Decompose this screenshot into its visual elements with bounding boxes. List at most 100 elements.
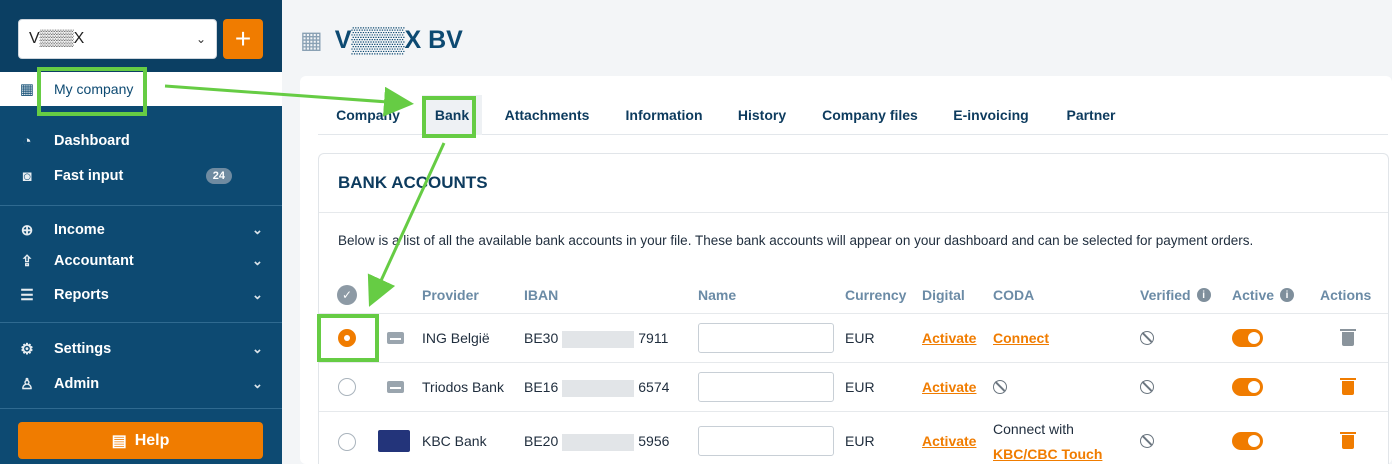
- row-select-radio[interactable]: [338, 433, 356, 451]
- trash-icon[interactable]: [1340, 377, 1356, 395]
- chevron-down-icon: ⌄: [252, 253, 263, 268]
- tab-company-files[interactable]: Company files: [814, 95, 926, 135]
- not-verified-icon: [1140, 434, 1154, 448]
- active-toggle[interactable]: [1232, 378, 1263, 396]
- tab-e-invoicing[interactable]: E-invoicing: [946, 95, 1036, 135]
- sidebar-divider: [0, 205, 282, 206]
- not-verified-icon: [1140, 331, 1154, 345]
- redacted-block: [562, 379, 635, 397]
- sidebar-item-fast-input[interactable]: ◙ Fast input 24: [0, 161, 282, 191]
- account-name-input[interactable]: [698, 372, 834, 402]
- highlight-bank-tab: [422, 96, 476, 138]
- sidebar-item-accountant[interactable]: ⇪ Accountant ⌄: [0, 246, 282, 276]
- chevron-down-icon: ⌄: [252, 222, 263, 237]
- iban-value: BE30 7911: [524, 330, 669, 348]
- gears-icon: ⚙: [20, 341, 34, 358]
- building-icon: ▦: [300, 27, 323, 54]
- column-header-coda: CODA: [993, 287, 1035, 303]
- user-icon: ♙: [20, 376, 34, 393]
- sidebar-item-label: Admin: [54, 376, 100, 392]
- active-toggle[interactable]: [1232, 329, 1263, 347]
- section-description: Below is a list of all the available ban…: [338, 233, 1254, 248]
- column-header-currency: Currency: [845, 287, 907, 303]
- bank-accounts-panel: [318, 153, 1389, 464]
- tab-partner[interactable]: Partner: [1058, 95, 1124, 135]
- add-button[interactable]: +: [223, 19, 263, 59]
- info-icon[interactable]: i: [1196, 288, 1211, 302]
- activate-digital-link[interactable]: Activate: [922, 379, 976, 395]
- page-title-text: V▒▒▒X BV: [334, 26, 463, 54]
- chevron-down-icon: ⌄: [252, 376, 263, 391]
- row-divider: [319, 362, 1388, 363]
- redacted-block: [562, 433, 635, 451]
- column-header-verified: Verified i: [1140, 287, 1211, 303]
- sidebar-divider: [0, 408, 282, 409]
- sidebar-item-label: Dashboard: [54, 133, 130, 149]
- activate-digital-link[interactable]: Activate: [922, 433, 976, 449]
- info-icon[interactable]: i: [1280, 288, 1295, 302]
- help-label: Help: [134, 431, 170, 449]
- company-select[interactable]: V▒▒▒X ⌄: [18, 19, 217, 59]
- count-badge: 24: [205, 168, 232, 184]
- camera-icon: ◙: [22, 167, 32, 185]
- coda-connect-link[interactable]: Connect: [993, 330, 1049, 346]
- chat-icon: ▤: [111, 432, 127, 450]
- sidebar-item-income[interactable]: ⊕ Income ⌄: [0, 215, 282, 245]
- trash-icon[interactable]: [1340, 431, 1356, 449]
- currency-value: EUR: [845, 433, 875, 449]
- coda-connect-text: Connect with: [993, 421, 1074, 437]
- highlight-my-company: [37, 67, 147, 116]
- account-name-input[interactable]: [698, 323, 834, 353]
- sidebar-item-admin[interactable]: ♙ Admin ⌄: [0, 369, 282, 399]
- chevron-down-icon: ⌄: [252, 341, 263, 356]
- tab-history[interactable]: History: [728, 95, 796, 135]
- upload-icon: ⇪: [20, 253, 34, 270]
- not-verified-icon: [1140, 380, 1154, 394]
- currency-value: EUR: [845, 379, 875, 395]
- chart-icon: ☰: [20, 287, 34, 304]
- page-title: ▦ V▒▒▒X BV: [300, 26, 463, 55]
- currency-value: EUR: [845, 330, 875, 346]
- kbc-logo-icon: [378, 430, 410, 452]
- column-header-provider: Provider: [422, 287, 479, 303]
- bank-card-icon: [387, 332, 404, 344]
- active-toggle[interactable]: [1232, 432, 1263, 450]
- sidebar-item-label: Accountant: [54, 253, 134, 269]
- chevron-down-icon: ⌄: [195, 32, 206, 46]
- tab-company[interactable]: Company: [318, 95, 418, 135]
- tab-information[interactable]: Information: [616, 95, 712, 135]
- bank-card-icon: [387, 381, 404, 393]
- gauge-icon: ◔: [22, 132, 32, 150]
- row-select-radio[interactable]: [338, 378, 356, 396]
- sidebar-item-label: Fast input: [54, 168, 124, 184]
- tab-attachments[interactable]: Attachments: [498, 95, 596, 135]
- sidebar-item-label: Reports: [54, 287, 109, 303]
- sidebar-item-label: Income: [54, 222, 105, 238]
- iban-value: BE20 5956: [524, 433, 670, 451]
- kbc-touch-link[interactable]: KBC/CBC Touch: [993, 446, 1102, 462]
- provider-name: KBC Bank: [422, 433, 487, 449]
- sidebar-item-label: Settings: [54, 341, 112, 357]
- select-all-checkbox[interactable]: ✓: [337, 285, 357, 305]
- company-select-value: V▒▒▒X: [29, 30, 85, 47]
- row-divider: [319, 313, 1388, 314]
- help-button[interactable]: ▤ Help: [18, 422, 263, 459]
- column-header-digital: Digital: [922, 287, 965, 303]
- trash-icon[interactable]: [1340, 328, 1356, 346]
- sidebar-item-dashboard[interactable]: ◔ Dashboard: [0, 126, 282, 156]
- column-header-name: Name: [698, 287, 737, 303]
- column-header-active: Active i: [1232, 287, 1295, 303]
- activate-digital-link[interactable]: Activate: [922, 330, 976, 346]
- row-divider: [319, 411, 1388, 412]
- coda-unavailable-icon: [993, 380, 1007, 394]
- download-circle-icon: ⊕: [20, 222, 34, 239]
- sidebar-item-reports[interactable]: ☰ Reports ⌄: [0, 280, 282, 310]
- account-name-input[interactable]: [698, 426, 834, 456]
- tab-bar: Company Bank Attachments Information His…: [318, 95, 1388, 135]
- sidebar-divider: [0, 322, 282, 323]
- sidebar-item-settings[interactable]: ⚙ Settings ⌄: [0, 334, 282, 364]
- highlight-radio: [317, 314, 379, 362]
- section-title: BANK ACCOUNTS: [338, 173, 488, 192]
- column-header-actions: Actions: [1320, 287, 1372, 303]
- provider-name: Triodos Bank: [422, 379, 504, 395]
